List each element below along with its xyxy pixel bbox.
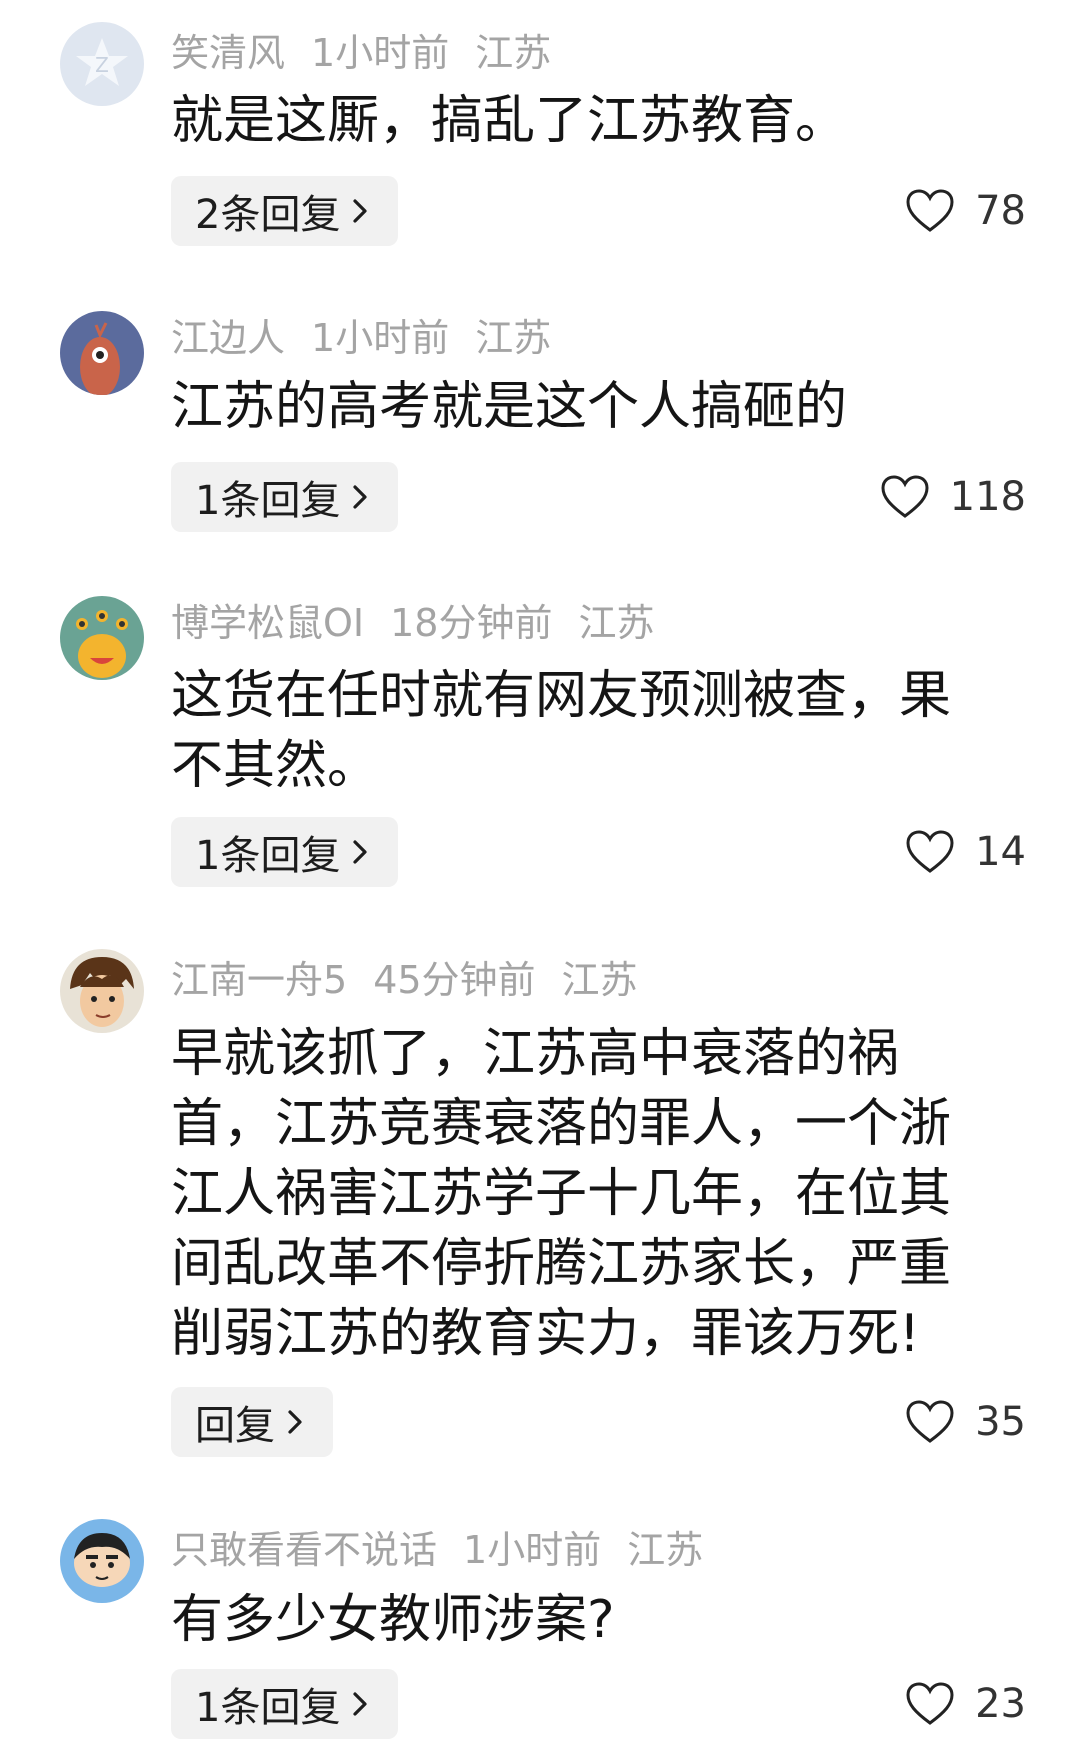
username[interactable]: 江边人: [171, 316, 285, 360]
comment-meta: 笑清风 1小时前 江苏: [171, 22, 577, 77]
comment-text: 早就该抓了，江苏高中衰落的祸首，江苏竞赛衰落的罪人，一个浙江人祸害江苏学子十几年…: [171, 1024, 952, 1364]
like-button[interactable]: 78: [905, 176, 1026, 246]
timestamp: 18分钟前: [390, 601, 553, 645]
timestamp: 1小时前: [311, 31, 450, 75]
location: 江苏: [475, 316, 552, 360]
view-replies-button[interactable]: 2条回复: [171, 176, 399, 246]
heart-icon: [906, 830, 954, 873]
heart-icon: [906, 189, 954, 232]
avatar-crayon-shin-chan-icon[interactable]: [60, 1519, 144, 1603]
comment-meta: 博学松鼠OI 18分钟前 江苏: [171, 592, 681, 647]
like-button[interactable]: 23: [905, 1669, 1026, 1739]
reply-label: 1条回复: [195, 1685, 341, 1731]
avatar-cartoon-bird-icon[interactable]: [60, 311, 144, 395]
like-button[interactable]: 14: [905, 817, 1026, 887]
avatar-anime-boy-icon[interactable]: [60, 949, 144, 1033]
location: 江苏: [578, 601, 655, 645]
chevron-right-icon: [353, 840, 368, 864]
avatar-yellow-monster-icon[interactable]: [60, 596, 144, 680]
reply-label: 回复: [195, 1403, 275, 1449]
like-count: 23: [975, 1681, 1026, 1727]
comment-text: 这货在任时就有网友预测被查，果不其然。: [171, 666, 952, 796]
reply-label: 1条回复: [195, 478, 341, 524]
view-replies-button[interactable]: 回复: [171, 1387, 333, 1457]
view-replies-button[interactable]: 1条回复: [171, 462, 399, 532]
like-count: 14: [975, 829, 1026, 875]
username[interactable]: 笑清风: [171, 31, 285, 75]
comment-meta: 江边人 1小时前 江苏: [171, 307, 577, 362]
avatar-default-qq-icon[interactable]: Z: [60, 22, 144, 106]
location: 江苏: [475, 31, 552, 75]
comment-text: 就是这厮，搞乱了江苏教育。: [171, 91, 848, 151]
chevron-right-icon: [353, 199, 368, 223]
location: 江苏: [627, 1528, 704, 1572]
chevron-right-icon: [288, 1410, 302, 1434]
username[interactable]: 江南一舟5: [171, 958, 347, 1002]
like-count: 118: [949, 474, 1026, 520]
comment-list: Z 笑清风 1小时前 江苏 就是这厮，搞乱了江苏教育。 2条回复 78 江边人 …: [0, 0, 1080, 1739]
heart-icon: [881, 475, 929, 518]
like-button[interactable]: 35: [905, 1387, 1026, 1457]
reply-label: 1条回复: [195, 833, 341, 879]
view-replies-button[interactable]: 1条回复: [171, 1669, 399, 1739]
timestamp: 1小时前: [463, 1528, 602, 1572]
chevron-right-icon: [353, 485, 368, 509]
timestamp: 45分钟前: [373, 958, 536, 1002]
like-count: 35: [975, 1399, 1026, 1445]
timestamp: 1小时前: [311, 316, 450, 360]
like-button[interactable]: 118: [880, 462, 1026, 532]
comment-meta: 江南一舟5 45分钟前 江苏: [171, 949, 664, 1004]
chevron-right-icon: [353, 1692, 368, 1716]
comment-text: 江苏的高考就是这个人搞砸的: [171, 377, 848, 437]
svg-text:Z: Z: [95, 53, 109, 77]
heart-icon: [906, 1400, 954, 1443]
heart-icon: [906, 1682, 954, 1725]
view-replies-button[interactable]: 1条回复: [171, 817, 399, 887]
comment-text: 有多少女教师涉案?: [171, 1590, 615, 1650]
username[interactable]: 只敢看看不说话: [171, 1528, 437, 1572]
like-count: 78: [975, 188, 1026, 234]
comment-meta: 只敢看看不说话 1小时前 江苏: [171, 1519, 729, 1574]
reply-label: 2条回复: [195, 192, 341, 238]
location: 江苏: [561, 958, 638, 1002]
username[interactable]: 博学松鼠OI: [171, 601, 364, 645]
